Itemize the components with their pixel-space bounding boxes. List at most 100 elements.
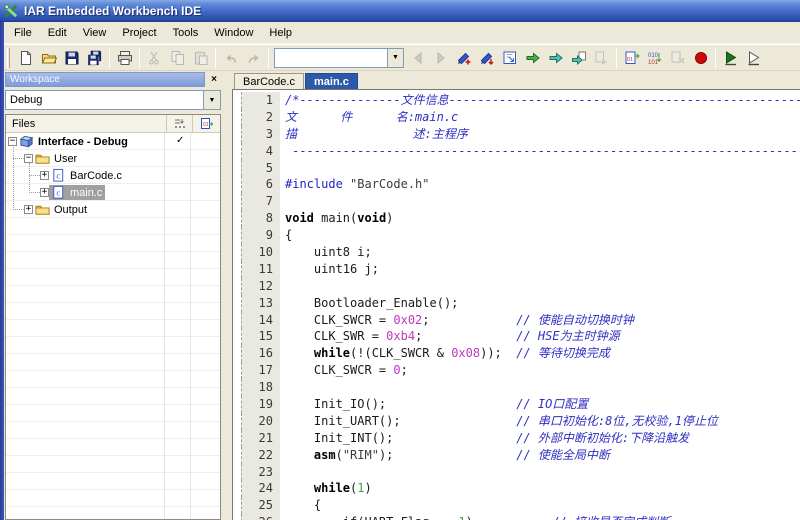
expand-icon[interactable]: + xyxy=(40,188,49,197)
download-options-icon: 010101 xyxy=(647,50,663,66)
tree-item-label: Interface - Debug xyxy=(35,135,131,149)
line-number: 2 xyxy=(242,109,280,126)
paste-button[interactable] xyxy=(189,47,212,69)
workspace-panel-header[interactable]: Workspace xyxy=(5,72,205,87)
tree-item-main-c[interactable]: +cmain.c xyxy=(6,184,220,201)
save-all-button[interactable] xyxy=(83,47,106,69)
compile-button[interactable] xyxy=(521,47,544,69)
find-next-button[interactable] xyxy=(429,47,452,69)
breakpoint-margin[interactable] xyxy=(233,143,242,160)
breakpoint-margin[interactable] xyxy=(233,430,242,447)
breakpoint-margin[interactable] xyxy=(233,447,242,464)
download-options-button[interactable]: 010101 xyxy=(643,47,666,69)
code-line-6: 6#include "BarCode.h" xyxy=(233,176,800,193)
expand-icon[interactable]: + xyxy=(40,171,49,180)
breakpoint-margin[interactable] xyxy=(233,497,242,514)
workspace-close-button[interactable]: × xyxy=(207,73,221,86)
tree-item-barcode-c[interactable]: +cBarCode.c xyxy=(6,167,220,184)
menu-item-file[interactable]: File xyxy=(6,24,40,42)
collapse-icon[interactable]: − xyxy=(24,154,33,163)
redo-button[interactable] xyxy=(242,47,265,69)
toggle-breakpoint-button[interactable] xyxy=(689,47,712,69)
find-combo[interactable]: ▼ xyxy=(274,48,404,68)
print-button[interactable] xyxy=(113,47,136,69)
editor-tab-barcode-c[interactable]: BarCode.c xyxy=(234,73,304,89)
breakpoint-margin[interactable] xyxy=(233,109,242,126)
find-combo-value[interactable] xyxy=(275,49,387,67)
code-line-19: 19 Init_IO(); // IO口配置 xyxy=(233,396,800,413)
find-previous-button[interactable] xyxy=(406,47,429,69)
menu-item-project[interactable]: Project xyxy=(114,24,164,42)
chevron-down-icon[interactable]: ▼ xyxy=(203,91,220,109)
find-previous-icon xyxy=(410,50,426,66)
breakpoint-margin[interactable] xyxy=(233,244,242,261)
breakpoint-margin[interactable] xyxy=(233,210,242,227)
copy-icon xyxy=(170,50,186,66)
menu-item-edit[interactable]: Edit xyxy=(40,24,75,42)
tree-item-output[interactable]: +Output xyxy=(6,201,220,218)
build-all-button[interactable] xyxy=(567,47,590,69)
menu-item-tools[interactable]: Tools xyxy=(165,24,207,42)
breakpoint-margin[interactable] xyxy=(233,312,242,329)
breakpoint-margin[interactable] xyxy=(233,362,242,379)
stop-build-button[interactable] xyxy=(590,47,613,69)
line-number: 21 xyxy=(242,430,280,447)
breakpoint-margin[interactable] xyxy=(233,278,242,295)
open-file-button[interactable] xyxy=(37,47,60,69)
breakpoint-margin[interactable] xyxy=(233,464,242,481)
download-code-button[interactable]: 01 xyxy=(620,47,643,69)
configuration-dropdown[interactable]: Debug ▼ xyxy=(5,90,221,110)
toolbar-grip[interactable] xyxy=(7,48,10,68)
line-number: 6 xyxy=(242,176,280,193)
breakpoint-margin[interactable] xyxy=(233,295,242,312)
code-line-25: 25 { xyxy=(233,497,800,514)
make-button[interactable] xyxy=(544,47,567,69)
editor-tab-main-c[interactable]: main.c xyxy=(305,73,358,89)
breakpoint-margin[interactable] xyxy=(233,480,242,497)
breakpoint-margin[interactable] xyxy=(233,328,242,345)
code-text xyxy=(280,379,285,396)
save-button[interactable] xyxy=(60,47,83,69)
next-bookmark-button[interactable] xyxy=(475,47,498,69)
undo-icon xyxy=(223,50,239,66)
code-line-12: 12 xyxy=(233,278,800,295)
copy-button[interactable] xyxy=(166,47,189,69)
new-file-button[interactable] xyxy=(14,47,37,69)
cancel-download-button[interactable] xyxy=(666,47,689,69)
cut-button[interactable] xyxy=(143,47,166,69)
chevron-down-icon[interactable]: ▼ xyxy=(387,49,403,67)
breakpoint-margin[interactable] xyxy=(233,413,242,430)
breakpoint-margin[interactable] xyxy=(233,126,242,143)
breakpoint-margin[interactable] xyxy=(233,345,242,362)
breakpoint-margin[interactable] xyxy=(233,176,242,193)
breakpoint-margin[interactable] xyxy=(233,227,242,244)
expand-icon[interactable]: + xyxy=(24,205,33,214)
menu-item-window[interactable]: Window xyxy=(206,24,261,42)
tree-item-interface-debug[interactable]: −Interface - Debug✓ xyxy=(6,133,220,150)
build-status-column-icon[interactable]: 01 xyxy=(192,115,220,132)
option-overrides-column-icon[interactable] xyxy=(166,115,192,132)
tree-item-user[interactable]: −User xyxy=(6,150,220,167)
c-file-icon: c xyxy=(51,168,66,183)
breakpoint-margin[interactable] xyxy=(233,379,242,396)
menu-item-view[interactable]: View xyxy=(75,24,115,42)
folder-icon xyxy=(35,151,51,166)
toolbar-separator xyxy=(616,48,617,68)
code-editor[interactable]: 1/*--------------文件信息-------------------… xyxy=(232,89,800,520)
download-and-debug-button[interactable] xyxy=(719,47,742,69)
breakpoint-margin[interactable] xyxy=(233,261,242,278)
undo-button[interactable] xyxy=(219,47,242,69)
debug-no-download-icon xyxy=(746,50,762,66)
menu-item-help[interactable]: Help xyxy=(261,24,300,42)
breakpoint-margin[interactable] xyxy=(233,193,242,210)
collapse-icon[interactable]: − xyxy=(8,137,17,146)
toggle-bookmark-button[interactable] xyxy=(452,47,475,69)
breakpoint-margin[interactable] xyxy=(233,396,242,413)
breakpoint-margin[interactable] xyxy=(233,160,242,177)
breakpoint-margin[interactable] xyxy=(233,92,242,109)
breakpoint-margin[interactable] xyxy=(233,514,242,520)
panel-splitter[interactable] xyxy=(222,71,232,520)
debug-without-downloading-button[interactable] xyxy=(742,47,765,69)
go-to-source-button[interactable] xyxy=(498,47,521,69)
code-line-13: 13 Bootloader_Enable(); xyxy=(233,295,800,312)
